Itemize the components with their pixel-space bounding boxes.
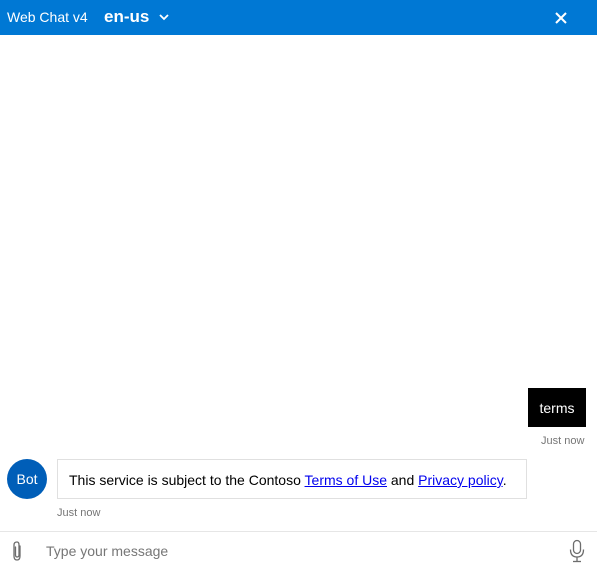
send-box [0, 531, 597, 570]
app-title: Web Chat v4 [7, 9, 88, 25]
user-message-bubble: terms [528, 388, 586, 427]
close-icon[interactable] [553, 10, 569, 26]
user-message-timestamp: Just now [541, 435, 585, 447]
header-bar: Web Chat v4 en-us [0, 0, 597, 35]
paperclip-icon[interactable] [8, 540, 26, 562]
bot-message-text-before: This service is subject to the Contoso [69, 472, 305, 488]
bot-message-text-after: . [502, 472, 507, 488]
microphone-icon[interactable] [567, 539, 587, 563]
terms-of-use-link[interactable]: Terms of Use [305, 472, 387, 488]
chevron-down-icon [159, 14, 169, 21]
locale-dropdown[interactable]: en-us [104, 6, 169, 28]
bot-message-bubble: This service is subject to the Contoso T… [57, 459, 527, 499]
bot-message-timestamp: Just now [57, 507, 101, 519]
bot-avatar: Bot [7, 459, 47, 499]
webchat-app: Web Chat v4 en-us terms Just now Bot Thi… [0, 0, 597, 570]
privacy-policy-link[interactable]: Privacy policy [418, 472, 503, 488]
bot-message-text-middle: and [387, 472, 419, 488]
chat-transcript[interactable]: terms Just now Bot This service is subje… [0, 35, 597, 531]
locale-label: en-us [104, 7, 150, 26]
message-input[interactable] [46, 539, 546, 563]
